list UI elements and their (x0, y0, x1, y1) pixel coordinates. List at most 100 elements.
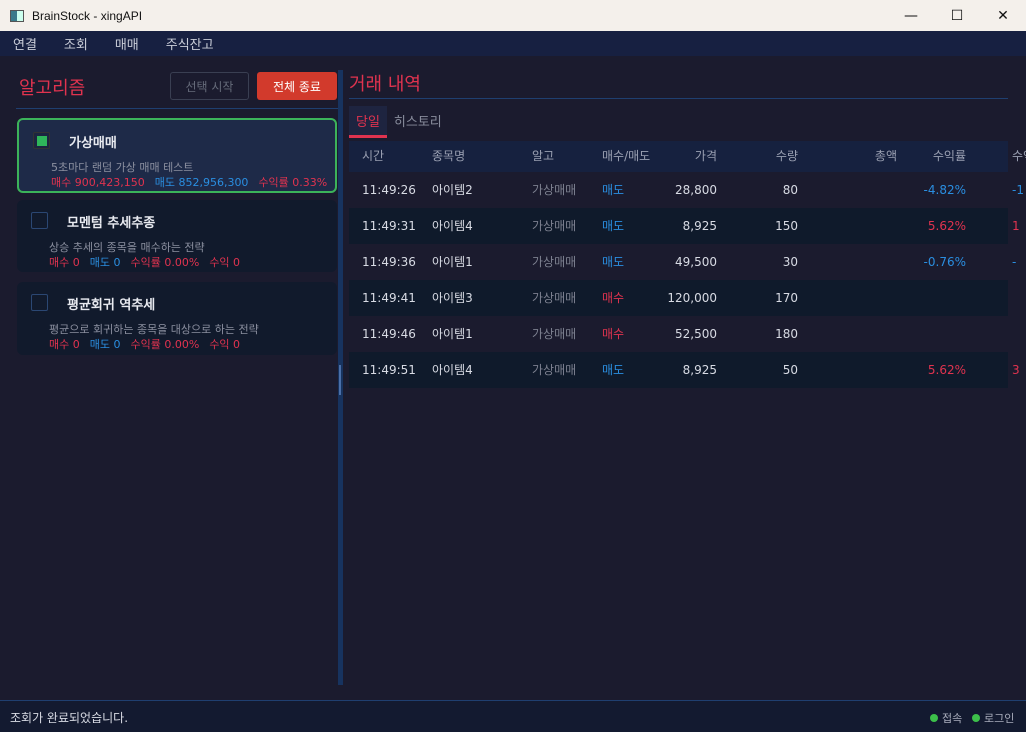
profit: 수익 0 (209, 338, 241, 351)
tab-today[interactable]: 당일 (349, 106, 387, 138)
menu-trade[interactable]: 매매 (115, 34, 139, 53)
algorithm-card[interactable]: 가상매매 5초마다 랜덤 가상 매매 테스트 매수 900,423,150 매도 … (17, 118, 337, 193)
cell-price: 49,500 (675, 255, 717, 269)
tab-history[interactable]: 히스토리 (387, 106, 449, 138)
column-header[interactable]: 수량 (776, 141, 798, 172)
cell-profit: - (1012, 255, 1017, 269)
algorithm-name: 가상매매 (69, 136, 117, 151)
profit: 수익 0 (209, 256, 241, 269)
algorithm-stats: 매수 900,423,150매도 852,956,300수익률 0.33%수 (51, 174, 337, 190)
cell-name: 아이템4 (432, 219, 473, 233)
table-row[interactable]: 11:49:41 아이템3 가상매매 매수 120,000 170 (349, 280, 1008, 316)
cell-price: 8,925 (682, 219, 717, 233)
connect-indicator: 접속 (930, 710, 962, 726)
title-bar: BrainStock - xingAPI — ☐ ✕ (0, 0, 1026, 31)
table-header: 시간 종목명 알고 매수/매도 가격 수량 총액 수익률 수익 (349, 141, 1026, 172)
cell-side: 매도 (602, 219, 625, 233)
table-row[interactable]: 11:49:26 아이템2 가상매매 매도 28,800 80 -4.82% -1 (349, 172, 1024, 208)
cell-time: 11:49:46 (362, 327, 416, 341)
login-indicator: 로그인 (972, 710, 1014, 726)
column-header[interactable]: 매수/매도 (602, 141, 650, 172)
sell-total: 매도 852,956,300 (154, 176, 249, 189)
app-icon (10, 9, 24, 22)
trade-history-title: 거래 내역 (349, 74, 421, 95)
cell-name: 아이템1 (432, 327, 473, 341)
cell-profit: -1 (1012, 183, 1024, 197)
algorithm-checkbox[interactable] (31, 212, 48, 229)
column-header[interactable]: 시간 (362, 141, 384, 172)
algorithm-name: 평균회귀 역추세 (67, 298, 156, 313)
menu-connect[interactable]: 연결 (13, 34, 37, 53)
column-header[interactable]: 수익 (1012, 141, 1026, 172)
algorithm-card[interactable]: 평균회귀 역추세 평균으로 회귀하는 종목을 대상으로 하는 전략 매수 0 매도… (17, 282, 337, 355)
divider (16, 108, 340, 109)
cell-qty: 180 (775, 327, 798, 341)
cell-algo: 가상매매 (532, 255, 577, 269)
algorithm-stats: 매수 0 매도 0 수익률 0.00% 수익 0 (49, 336, 335, 352)
cell-time: 11:49:36 (362, 255, 416, 269)
menu-balance[interactable]: 주식잔고 (166, 34, 214, 53)
menu-query[interactable]: 조회 (64, 34, 88, 53)
cell-profit: 3 (1012, 363, 1020, 377)
connect-label: 접속 (942, 712, 963, 725)
table-row[interactable]: 11:49:31 아이템4 가상매매 매도 8,925 150 5.62% 1 (349, 208, 1020, 244)
algorithm-description: 평균으로 회귀하는 종목을 대상으로 하는 전략 (49, 323, 259, 336)
cell-time: 11:49:26 (362, 183, 416, 197)
maximize-button[interactable]: ☐ (934, 0, 980, 31)
cell-side: 매수 (602, 291, 625, 305)
cell-qty: 80 (782, 183, 798, 197)
algorithm-checkbox[interactable] (31, 294, 48, 311)
algorithm-description: 상승 추세의 종목을 매수하는 전략 (49, 241, 205, 254)
algorithm-checkbox[interactable] (33, 132, 50, 149)
splitter-grip[interactable] (339, 365, 341, 395)
sell-total: 매도 0 (89, 256, 121, 269)
table-row[interactable]: 11:49:36 아이템1 가상매매 매도 49,500 30 -0.76% - (349, 244, 1016, 280)
table-row[interactable]: 11:49:51 아이템4 가상매매 매도 8,925 50 5.62% 3 (349, 352, 1020, 388)
cell-price: 8,925 (682, 363, 717, 377)
trade-history-panel: 거래 내역 당일 히스토리 시간 종목명 알고 매수/매도 가격 수량 총액 수익률 수익 11:… (345, 62, 1026, 697)
table-row[interactable]: 11:49:46 아이템1 가상매매 매수 52,500 180 (349, 316, 1008, 352)
splitter-handle[interactable] (338, 70, 343, 685)
trade-table: 시간종목명알고매수/매도가격수량총액수익률수익11:49:26아이템2가상매매매… (349, 141, 1026, 388)
column-header[interactable]: 종목명 (432, 141, 465, 172)
cell-rate: -0.76% (923, 255, 966, 269)
return-rate: 수익률 0.33% (258, 176, 328, 189)
cell-algo: 가상매매 (532, 291, 577, 305)
algorithm-card[interactable]: 모멘텀 추세추종 상승 추세의 종목을 매수하는 전략 매수 0 매도 0 수익률 … (17, 200, 337, 272)
close-button[interactable]: ✕ (980, 0, 1026, 31)
cell-side: 매도 (602, 255, 625, 269)
buy-total: 매수 0 (49, 338, 80, 351)
stop-all-button[interactable]: 전체 종료 (257, 72, 337, 100)
cell-time: 11:49:41 (362, 291, 416, 305)
window-title: BrainStock - xingAPI (32, 8, 143, 23)
buy-total: 매수 0 (49, 256, 80, 269)
cell-qty: 170 (775, 291, 798, 305)
cell-side: 매도 (602, 183, 625, 197)
cell-qty: 30 (782, 255, 798, 269)
cell-name: 아이템3 (432, 291, 473, 305)
cell-price: 52,500 (675, 327, 717, 341)
column-header[interactable]: 수익률 (933, 141, 966, 172)
minimize-button[interactable]: — (888, 0, 934, 31)
cell-time: 11:49:51 (362, 363, 416, 377)
cell-time: 11:49:31 (362, 219, 416, 233)
status-message: 조회가 완료되었습니다. (10, 711, 129, 725)
algorithm-stats: 매수 0 매도 0 수익률 0.00% 수익 0 (49, 254, 335, 270)
column-header[interactable]: 총액 (875, 141, 897, 172)
column-header[interactable]: 가격 (695, 141, 717, 172)
cell-algo: 가상매매 (532, 363, 577, 377)
cell-rate: 5.62% (927, 363, 966, 377)
login-label: 로그인 (984, 712, 1015, 725)
start-selected-button[interactable]: 선택 시작 (170, 72, 249, 100)
cell-side: 매수 (602, 327, 625, 341)
cell-profit: 1 (1012, 219, 1020, 233)
cell-qty: 150 (775, 219, 798, 233)
cell-algo: 가상매매 (532, 183, 577, 197)
cell-price: 120,000 (667, 291, 717, 305)
algorithm-name: 모멘텀 추세추종 (67, 216, 156, 231)
cell-qty: 50 (782, 363, 798, 377)
cell-rate: -4.82% (923, 183, 966, 197)
column-header[interactable]: 알고 (532, 141, 554, 172)
cell-name: 아이템2 (432, 183, 473, 197)
status-bar: 조회가 완료되었습니다. 접속 로그인 (0, 700, 1026, 732)
